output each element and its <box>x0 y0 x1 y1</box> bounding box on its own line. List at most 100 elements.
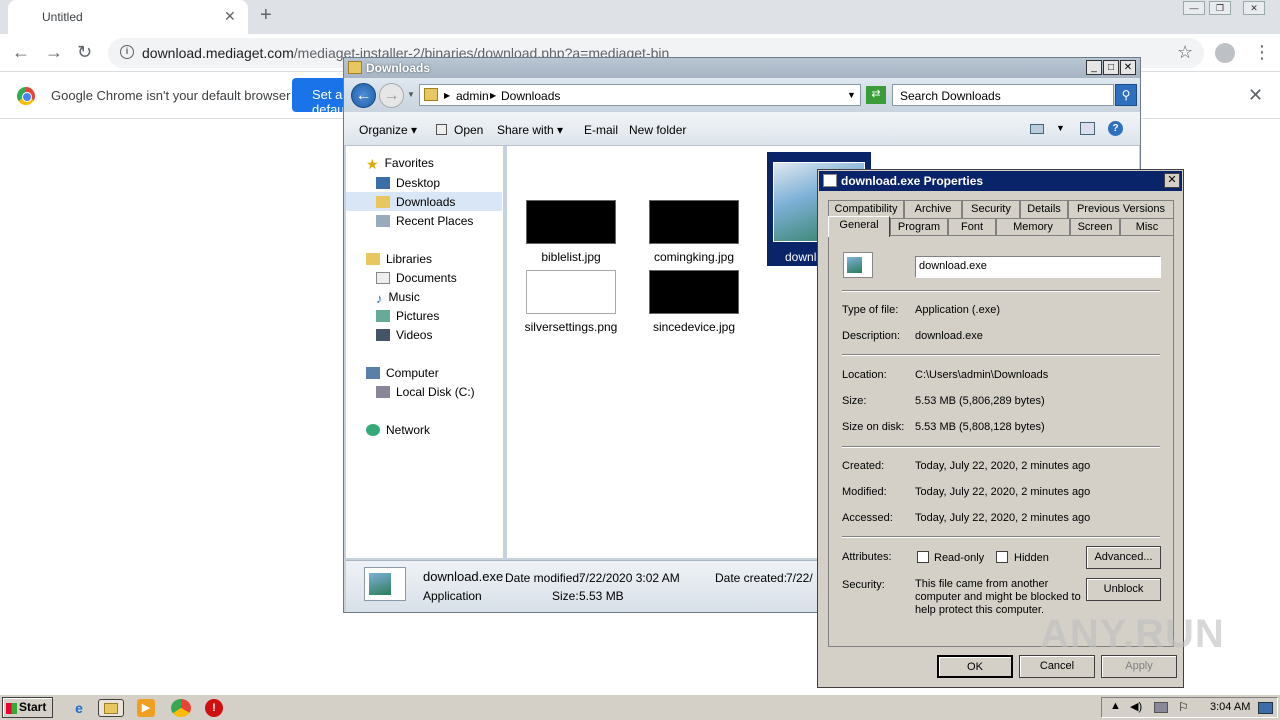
organize-button[interactable]: Organize ▾ <box>359 123 417 137</box>
tab-misc[interactable]: Misc <box>1120 218 1174 236</box>
close-window-icon[interactable]: ✕ <box>1243 1 1265 15</box>
email-button[interactable]: E-mail <box>584 123 618 137</box>
nav-desktop[interactable]: Desktop <box>376 176 440 190</box>
info-icon[interactable]: i <box>120 45 134 59</box>
libraries-icon <box>366 253 380 265</box>
nav-downloads[interactable]: Downloads <box>376 195 455 209</box>
views-dropdown-icon[interactable]: ▼ <box>1056 123 1065 133</box>
file-name[interactable]: silversettings.png <box>511 320 631 334</box>
tab-close-icon[interactable]: ✕ <box>224 8 236 25</box>
explorer-address-bar[interactable]: ▶ admin ▶ Downloads ▼ <box>419 84 861 106</box>
nav-videos[interactable]: Videos <box>376 328 432 342</box>
search-icon[interactable]: ⚲ <box>1115 84 1137 106</box>
modified-value: Today, July 22, 2020, 2 minutes ago <box>915 486 1091 498</box>
apply-button[interactable]: Apply <box>1101 655 1177 678</box>
tab-security[interactable]: Security <box>962 200 1020 218</box>
nav-libraries[interactable]: Libraries <box>366 252 432 266</box>
properties-titlebar[interactable]: download.exe Properties ✕ <box>819 171 1182 191</box>
views-icon[interactable] <box>1030 124 1044 134</box>
file-thumbnail[interactable] <box>649 200 739 244</box>
back-icon[interactable]: ← <box>12 42 30 63</box>
new-tab-button[interactable]: + <box>260 4 272 27</box>
explorer-minimize-icon[interactable]: _ <box>1086 60 1102 75</box>
chrome-taskbar-icon[interactable] <box>171 699 191 717</box>
readonly-checkbox[interactable] <box>917 551 929 563</box>
show-desktop-icon[interactable] <box>1258 702 1273 714</box>
clock[interactable]: 3:04 AM <box>1210 701 1250 713</box>
preview-pane-icon[interactable] <box>1080 122 1095 135</box>
file-name[interactable]: comingking.jpg <box>634 250 754 264</box>
tab-details[interactable]: Details <box>1020 200 1068 218</box>
filename-input[interactable]: download.exe <box>915 256 1161 278</box>
forward-icon[interactable]: → <box>45 42 63 63</box>
file-thumbnail[interactable] <box>526 270 616 314</box>
file-thumbnail[interactable] <box>526 200 616 244</box>
menu-kebab-icon[interactable]: ⋮ <box>1253 42 1271 63</box>
breadcrumb-admin[interactable]: admin <box>456 89 489 103</box>
nav-recent-places[interactable]: Recent Places <box>376 214 473 228</box>
minimize-icon[interactable]: — <box>1183 1 1205 15</box>
breadcrumb-downloads[interactable]: Downloads <box>501 89 560 103</box>
file-name[interactable]: biblelist.jpg <box>511 250 631 264</box>
advanced-button[interactable]: Advanced... <box>1086 546 1161 569</box>
tab-general[interactable]: General <box>828 216 890 237</box>
start-button[interactable]: Start <box>2 697 53 718</box>
address-dropdown-icon[interactable]: ▼ <box>847 90 856 100</box>
explorer-close-icon[interactable]: ✕ <box>1120 60 1136 75</box>
infobar-close-icon[interactable]: ✕ <box>1248 85 1263 106</box>
general-tab-panel: download.exe Type of file: Application (… <box>828 235 1174 647</box>
share-with-button[interactable]: Share with ▾ <box>497 123 563 137</box>
bookmark-star-icon[interactable]: ☆ <box>1177 42 1193 63</box>
explorer-maximize-icon[interactable]: □ <box>1103 60 1119 75</box>
explorer-search-input[interactable]: Search Downloads <box>892 84 1114 106</box>
new-folder-button[interactable]: New folder <box>629 123 686 137</box>
media-player-icon[interactable]: ▶ <box>137 699 155 717</box>
network-tray-icon[interactable] <box>1154 702 1168 713</box>
tab-font[interactable]: Font <box>948 218 996 236</box>
volume-icon[interactable]: ◀) <box>1130 700 1142 713</box>
ok-button[interactable]: OK <box>937 655 1013 678</box>
cancel-button[interactable]: Cancel <box>1019 655 1095 678</box>
breadcrumb-arrow-icon[interactable]: ▶ <box>444 91 450 100</box>
stop-icon[interactable]: ! <box>205 699 223 717</box>
tab-archive[interactable]: Archive <box>904 200 962 218</box>
nav-local-disk[interactable]: Local Disk (C:) <box>376 385 475 399</box>
unblock-button[interactable]: Unblock <box>1086 578 1161 601</box>
taskbar: Start e ▶ ! ▲ ◀) ⚐ 3:04 AM <box>0 694 1280 720</box>
explorer-taskbar-button[interactable] <box>98 699 124 717</box>
tray-expand-icon[interactable]: ▲ <box>1110 700 1121 712</box>
tab-screen[interactable]: Screen <box>1070 218 1120 236</box>
open-button[interactable]: Open <box>454 123 483 137</box>
nav-favorites[interactable]: ★ Favorites <box>366 156 434 172</box>
restore-icon[interactable]: ❐ <box>1209 1 1231 15</box>
nav-network[interactable]: Network <box>366 423 430 437</box>
nav-pictures[interactable]: Pictures <box>376 309 439 323</box>
file-thumbnail[interactable] <box>649 270 739 314</box>
breadcrumb-arrow-icon[interactable]: ▶ <box>490 91 496 100</box>
tab-previous-versions[interactable]: Previous Versions <box>1068 200 1174 218</box>
explorer-forward-icon[interactable]: → <box>379 83 404 108</box>
tab-memory[interactable]: Memory <box>996 218 1070 236</box>
refresh-icon[interactable]: ⇄ <box>866 86 886 104</box>
action-center-flag-icon[interactable]: ⚐ <box>1178 700 1189 714</box>
explorer-title: Downloads <box>366 61 431 75</box>
nav-computer[interactable]: Computer <box>366 366 439 380</box>
hidden-checkbox[interactable] <box>996 551 1008 563</box>
internet-explorer-icon[interactable]: e <box>70 699 88 717</box>
explorer-titlebar[interactable]: Downloads _ □ ✕ <box>344 58 1140 78</box>
profile-avatar-icon[interactable] <box>1215 43 1235 63</box>
explorer-back-icon[interactable]: ← <box>351 83 376 108</box>
properties-close-icon[interactable]: ✕ <box>1164 173 1180 188</box>
nav-music[interactable]: ♪ Music <box>376 290 420 306</box>
date-modified-label: Date modified: <box>505 571 583 585</box>
help-icon[interactable]: ? <box>1108 121 1123 136</box>
reload-icon[interactable]: ↻ <box>77 42 92 63</box>
nav-documents[interactable]: Documents <box>376 271 457 285</box>
attributes-label: Attributes: <box>842 551 892 563</box>
network-icon <box>366 424 380 436</box>
accessed-label: Accessed: <box>842 512 893 524</box>
browser-tab[interactable]: Untitled ✕ <box>8 0 248 34</box>
history-dropdown-icon[interactable]: ▼ <box>407 90 415 99</box>
file-name[interactable]: sincedevice.jpg <box>634 320 754 334</box>
tab-program[interactable]: Program <box>890 218 948 236</box>
